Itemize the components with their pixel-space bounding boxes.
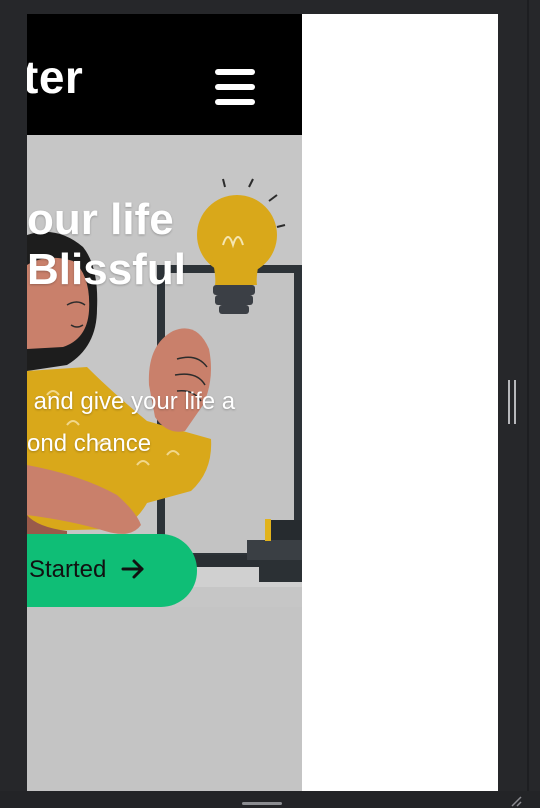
hero-subtitle: and give your life a ond chance [27,388,236,457]
arrow-right-icon [121,559,144,579]
brand-logo[interactable]: ter [27,50,83,104]
hero-section: our life Blissful and give your life a o… [27,135,302,791]
corner-resize-icon[interactable] [510,795,522,807]
site-navbar: ter [27,14,302,135]
panel-divider [527,0,529,808]
webpage-viewport: ter our life Blissful and give your life… [27,14,302,791]
bottom-bar [0,791,540,808]
bottom-drag-handle[interactable] [242,802,282,805]
side-panel [498,0,540,808]
window-top-edge [0,0,540,14]
hero-title: our life Blissful [27,195,186,294]
window-left-edge [0,0,27,808]
hamburger-menu-icon[interactable] [215,69,257,107]
blank-content-area [302,14,498,791]
cta-label: Started [29,556,107,583]
resize-handle[interactable] [506,380,518,424]
get-started-button[interactable]: Started [27,534,197,607]
